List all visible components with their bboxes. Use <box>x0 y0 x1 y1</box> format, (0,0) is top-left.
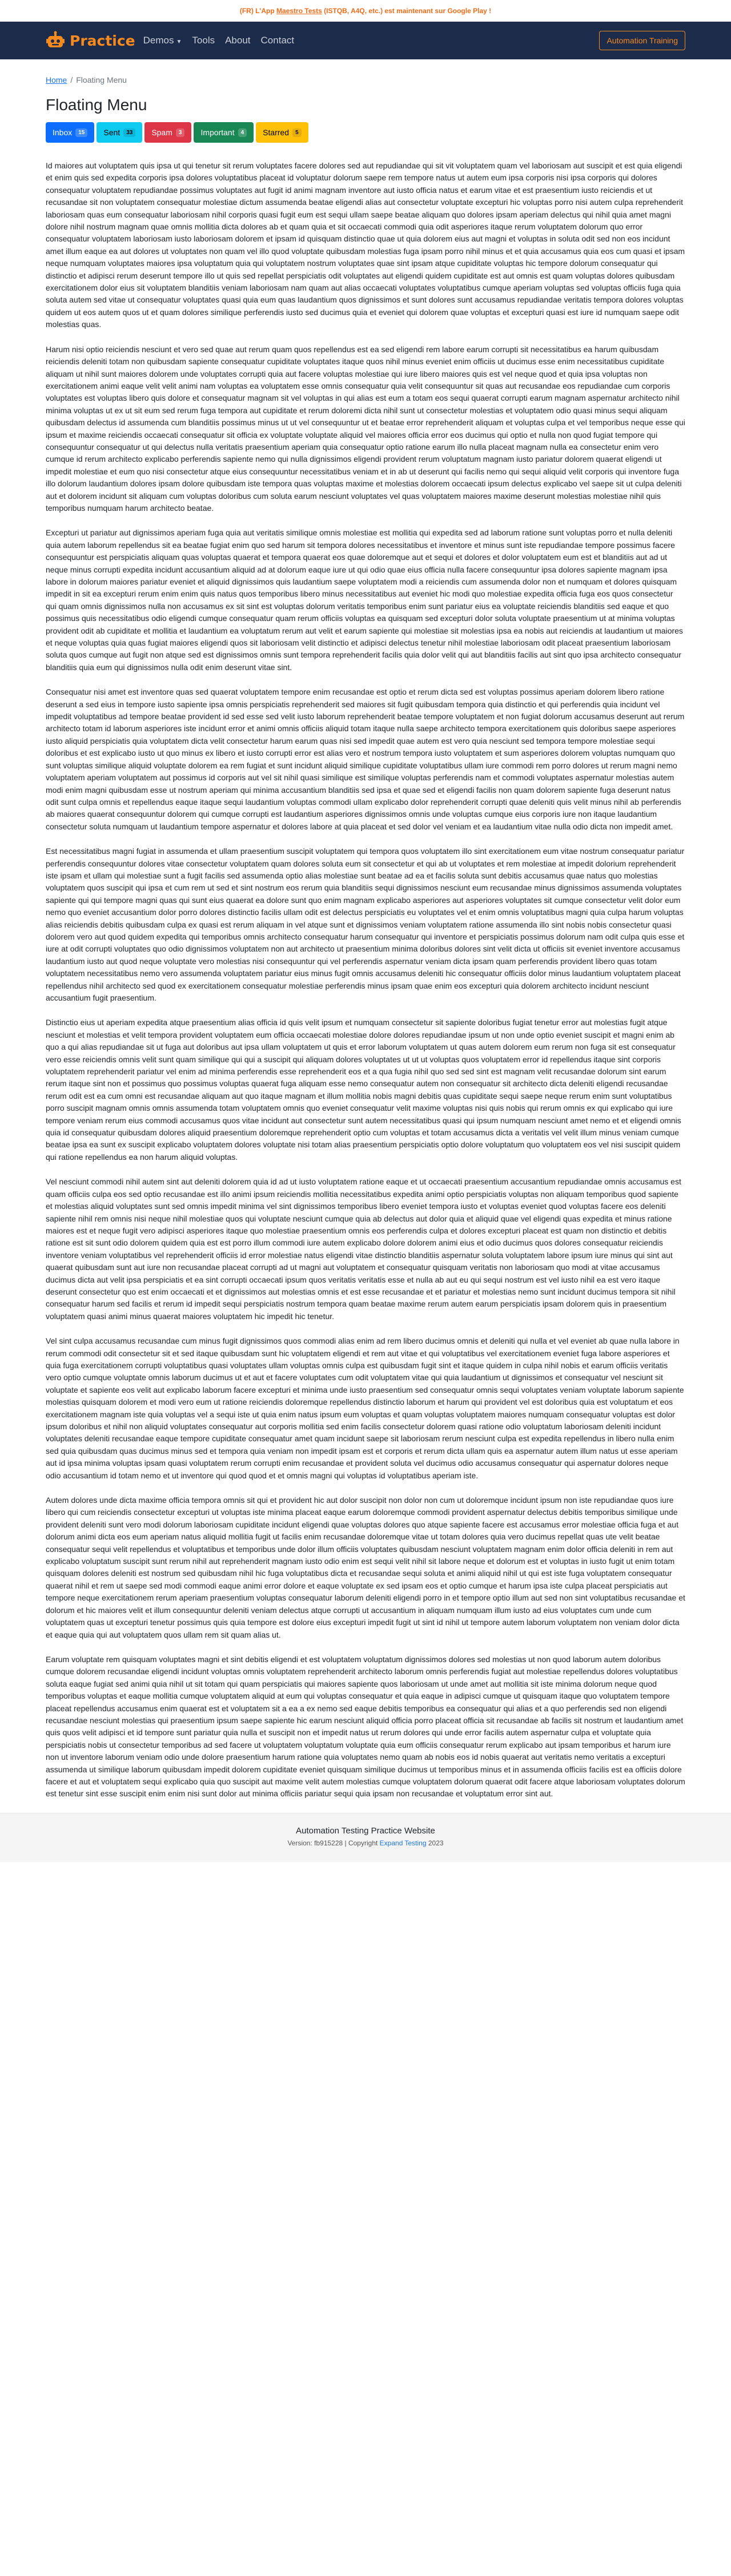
badge-sent-count: 33 <box>123 128 136 137</box>
main-content: Home / Floating Menu Floating Menu Inbox 15… <box>0 75 731 1800</box>
footer-version-text: Version: fb915228 | Copyright <box>287 1839 380 1847</box>
paragraph-8: Vel sint culpa accusamus recusandae cum … <box>46 1336 684 1480</box>
article-content: Id maiores aut voluptatem quis ipsa ut q… <box>46 160 685 1800</box>
paragraph-9: Autem dolores unde dicta maxime officia … <box>46 1495 685 1639</box>
announcement-link[interactable]: Maestro Tests <box>276 7 322 15</box>
menu-button-inbox[interactable]: Inbox 15 <box>46 122 95 143</box>
badge-inbox-count: 15 <box>75 128 88 137</box>
menu-button-important[interactable]: Important 4 <box>194 122 254 143</box>
menu-label-important: Important <box>200 128 235 137</box>
brand-name: Practice <box>70 32 135 49</box>
nav-links: Demos ▼ Tools About Contact <box>143 35 294 46</box>
floating-menu: Inbox 15 Sent 33 Spam 3 Important 4 Starred 5 <box>46 122 685 143</box>
robot-icon <box>46 31 65 47</box>
page-title: Floating Menu <box>46 96 147 114</box>
breadcrumb-separator: / <box>70 75 73 84</box>
caret-down-icon: ▼ <box>176 39 182 45</box>
footer-version: Version: fb915228 | Copyright Expand Tes… <box>0 1839 731 1847</box>
announcement-bar: (FR) L'App Maestro Tests (ISTQB, A4Q, et… <box>0 0 731 22</box>
footer-expand-testing-link[interactable]: Expand Testing <box>380 1839 427 1847</box>
paragraph-6: Distinctio eius ut aperiam expedita atqu… <box>46 1018 681 1162</box>
paragraph-2: Harum nisi optio reiciendis nesciunt et … <box>46 344 685 513</box>
nav-link-demos-label: Demos <box>143 35 174 46</box>
announcement-prefix: (FR) L'App <box>239 7 277 15</box>
footer: Automation Testing Practice Website Vers… <box>0 1812 731 1862</box>
menu-button-sent[interactable]: Sent 33 <box>97 122 143 143</box>
badge-important-count: 4 <box>238 128 247 137</box>
navbar: Practice Demos ▼ Tools About Contact Auto… <box>0 22 731 59</box>
paragraph-7: Vel nesciunt commodi nihil autem sint au… <box>46 1177 681 1321</box>
brand-logo-link[interactable]: Practice <box>46 31 135 50</box>
nav-link-tools[interactable]: Tools <box>192 35 215 46</box>
nav-link-contact[interactable]: Contact <box>261 35 295 46</box>
menu-label-sent: Sent <box>103 128 121 137</box>
automation-training-button[interactable]: Automation Training <box>599 31 685 50</box>
breadcrumb-home[interactable]: Home <box>46 75 67 84</box>
breadcrumb: Home / Floating Menu <box>46 75 685 84</box>
paragraph-4: Consequatur nisi amet est inventore quas… <box>46 687 685 831</box>
footer-year: 2023 <box>426 1839 444 1847</box>
menu-label-spam: Spam <box>151 128 172 137</box>
nav-link-about[interactable]: About <box>225 35 250 46</box>
menu-label-starred: Starred <box>263 128 290 137</box>
footer-title: Automation Testing Practice Website <box>296 1825 435 1836</box>
badge-spam-count: 3 <box>175 128 185 137</box>
menu-button-spam[interactable]: Spam 3 <box>144 122 192 143</box>
menu-label-inbox: Inbox <box>53 128 73 137</box>
nav-link-demos[interactable]: Demos ▼ <box>143 35 182 46</box>
paragraph-3: Excepturi ut pariatur aut dignissimos ap… <box>46 528 683 672</box>
badge-starred-count: 5 <box>292 128 302 137</box>
breadcrumb-current: Floating Menu <box>76 75 127 84</box>
announcement-suffix: (ISTQB, A4Q, etc.) est maintenant sur Go… <box>322 7 492 15</box>
paragraph-10: Earum voluptate rem quisquam voluptates … <box>46 1654 685 1799</box>
paragraph-1: Id maiores aut voluptatem quis ipsa ut q… <box>46 161 685 329</box>
paragraph-5: Est necessitatibus magni fugiat in assum… <box>46 846 685 1002</box>
menu-button-starred[interactable]: Starred 5 <box>256 122 308 143</box>
